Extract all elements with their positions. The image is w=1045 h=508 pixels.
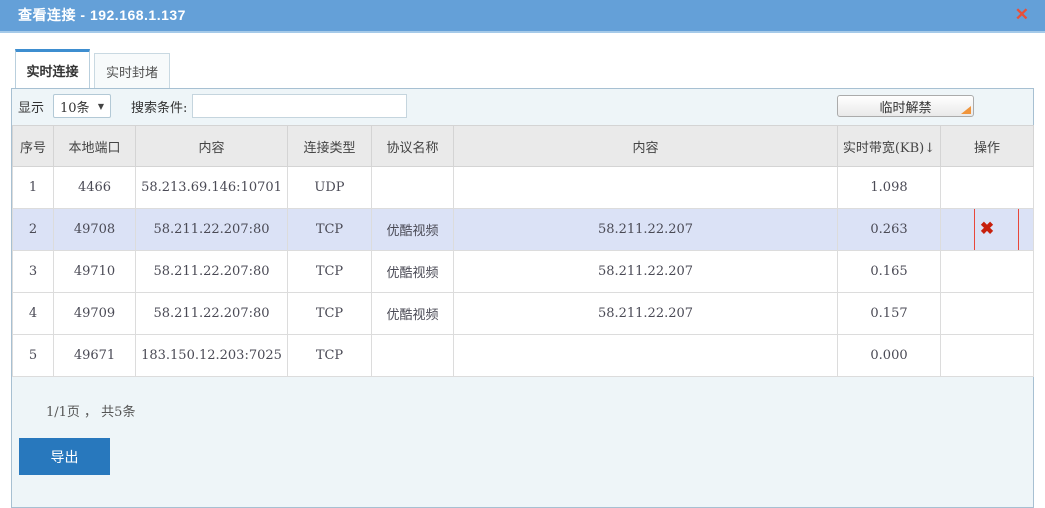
cell-bandwidth: 0.263: [838, 209, 941, 251]
table-row[interactable]: 5 49671 183.150.12.203:7025 TCP 0.000: [13, 335, 1034, 377]
cell-content2: [454, 167, 838, 209]
cell-protocol: [372, 167, 454, 209]
temporary-unblock-label: 临时解禁: [879, 101, 931, 116]
table-header-row: 序号 本地端口 内容 连接类型 协议名称 内容 实时带宽(KB)↓ 操作: [13, 126, 1034, 167]
cell-content: 183.150.12.203:7025: [136, 335, 288, 377]
cell-conn-type: UDP: [288, 167, 372, 209]
table-row-selected[interactable]: 2 49708 58.211.22.207:80 TCP 优酷视频 58.211…: [13, 209, 1034, 251]
cell-operation: ✖: [941, 209, 1034, 251]
cell-local-port: 49710: [54, 251, 136, 293]
search-input[interactable]: [192, 94, 407, 118]
cell-no: 1: [13, 167, 54, 209]
cell-content2: 58.211.22.207: [454, 209, 838, 251]
col-header-bandwidth[interactable]: 实时带宽(KB)↓: [838, 126, 941, 167]
tab-label: 实时封堵: [106, 62, 158, 81]
table-row[interactable]: 3 49710 58.211.22.207:80 TCP 优酷视频 58.211…: [13, 251, 1034, 293]
cell-no: 4: [13, 293, 54, 335]
cell-content2: 58.211.22.207: [454, 251, 838, 293]
cell-local-port: 49671: [54, 335, 136, 377]
cell-operation: [941, 293, 1034, 335]
col-header-content: 内容: [136, 126, 288, 167]
cell-bandwidth: 0.000: [838, 335, 941, 377]
export-button[interactable]: 导出: [19, 438, 110, 475]
cell-content: 58.213.69.146:10701: [136, 167, 288, 209]
search-label: 搜索条件:: [131, 97, 187, 116]
col-header-local-port: 本地端口: [54, 126, 136, 167]
cell-protocol: 优酷视频: [372, 209, 454, 251]
chevron-down-icon: ▼: [98, 102, 104, 111]
tab-realtime-blocking[interactable]: 实时封堵: [94, 53, 170, 88]
connections-table: 序号 本地端口 内容 连接类型 协议名称 内容 实时带宽(KB)↓ 操作 1 4…: [12, 125, 1034, 377]
dialog-title: 查看连接 - 192.168.1.137: [18, 5, 186, 25]
cell-local-port: 49709: [54, 293, 136, 335]
cell-content2: 58.211.22.207: [454, 293, 838, 335]
temporary-unblock-button[interactable]: 临时解禁: [837, 95, 974, 117]
cell-content: 58.211.22.207:80: [136, 293, 288, 335]
connections-panel: 显示 10条 ▼ 搜索条件: 临时解禁 序号 本地端口 内容 连接类型 协议名称…: [11, 88, 1034, 508]
cell-conn-type: TCP: [288, 335, 372, 377]
cell-operation: [941, 335, 1034, 377]
tab-realtime-connections[interactable]: 实时连接: [15, 49, 90, 88]
cell-local-port: 4466: [54, 167, 136, 209]
cell-no: 3: [13, 251, 54, 293]
col-header-operation: 操作: [941, 126, 1034, 167]
cell-no: 2: [13, 209, 54, 251]
col-header-content2: 内容: [454, 126, 838, 167]
cell-conn-type: TCP: [288, 209, 372, 251]
col-header-protocol: 协议名称: [372, 126, 454, 167]
cell-protocol: [372, 335, 454, 377]
corner-fold-icon: [961, 106, 971, 114]
cell-conn-type: TCP: [288, 293, 372, 335]
toolbar: 显示 10条 ▼ 搜索条件: 临时解禁: [12, 93, 1033, 119]
col-header-no: 序号: [13, 126, 54, 167]
pager-text: 1/1页 ， 共5条: [46, 401, 1033, 420]
cell-bandwidth: 0.157: [838, 293, 941, 335]
table-row[interactable]: 4 49709 58.211.22.207:80 TCP 优酷视频 58.211…: [13, 293, 1034, 335]
cell-content: 58.211.22.207:80: [136, 209, 288, 251]
cell-local-port: 49708: [54, 209, 136, 251]
table-row[interactable]: 1 4466 58.213.69.146:10701 UDP 1.098: [13, 167, 1034, 209]
disconnect-button[interactable]: ✖: [980, 219, 994, 239]
cell-bandwidth: 0.165: [838, 251, 941, 293]
close-icon[interactable]: ✕: [1015, 6, 1029, 23]
tab-label: 实时连接: [26, 61, 78, 80]
page-size-value: 10条: [60, 97, 90, 116]
cell-operation: [941, 251, 1034, 293]
tab-bar: 实时连接 实时封堵: [15, 49, 170, 88]
cell-bandwidth: 1.098: [838, 167, 941, 209]
cell-protocol: 优酷视频: [372, 293, 454, 335]
cell-content2: [454, 335, 838, 377]
cell-content: 58.211.22.207:80: [136, 251, 288, 293]
show-label: 显示: [18, 97, 44, 116]
dialog-titlebar: 查看连接 - 192.168.1.137 ✕: [0, 0, 1045, 33]
page-size-select[interactable]: 10条 ▼: [53, 94, 111, 118]
cell-conn-type: TCP: [288, 251, 372, 293]
col-header-conn-type: 连接类型: [288, 126, 372, 167]
cell-protocol: 优酷视频: [372, 251, 454, 293]
cell-no: 5: [13, 335, 54, 377]
cell-operation: [941, 167, 1034, 209]
